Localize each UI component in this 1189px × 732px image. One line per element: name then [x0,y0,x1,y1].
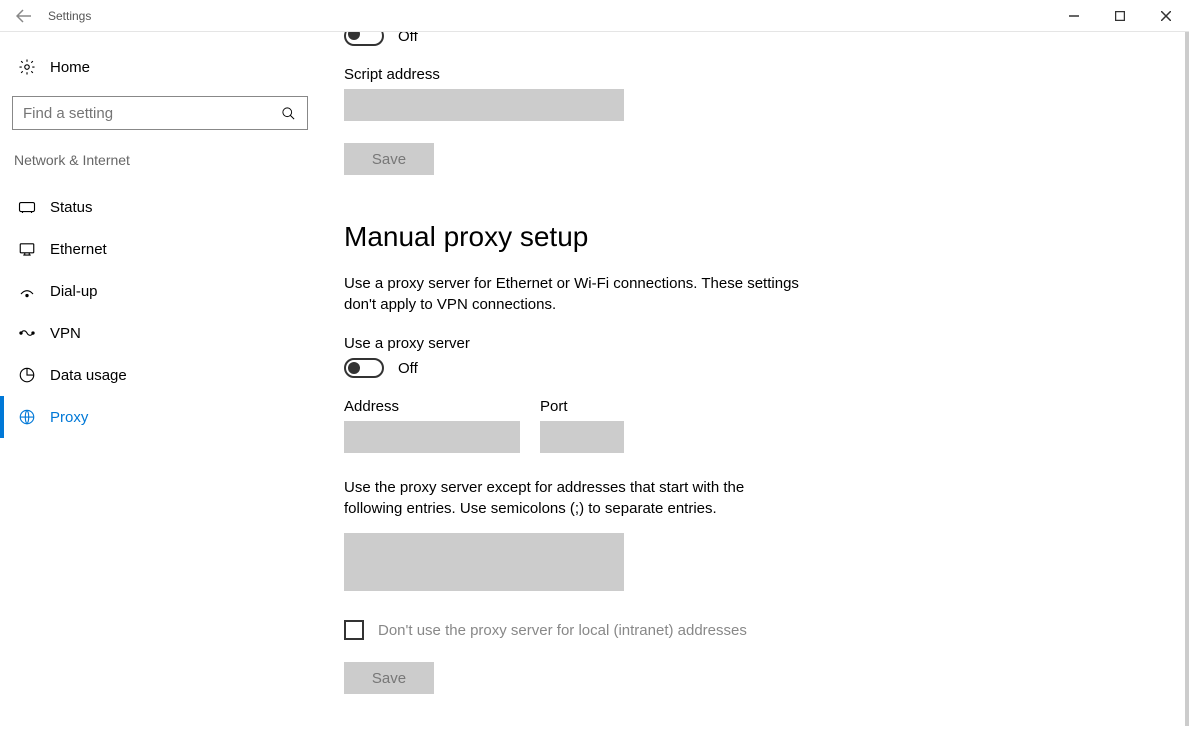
useproxy-toggle-state: Off [398,360,418,377]
useproxy-toggle[interactable] [344,358,384,378]
except-desc: Use the proxy server except for addresse… [344,477,764,519]
script-address-label: Script address [344,66,1165,83]
port-input[interactable] [540,421,624,453]
nav-label: Status [50,199,93,216]
autodetect-toggle-state: Off [398,32,418,45]
sidebar-item-datausage[interactable]: Data usage [10,354,310,396]
globe-icon [18,408,36,426]
sidebar-item-vpn[interactable]: VPN [10,312,310,354]
sidebar-item-proxy[interactable]: Proxy [10,396,310,438]
manual-heading: Manual proxy setup [344,221,1165,253]
autodetect-toggle[interactable] [344,32,384,46]
nav-label: Ethernet [50,241,107,258]
section-label: Network & Internet [10,152,310,168]
gear-icon [18,58,36,76]
minimize-button[interactable] [1051,0,1097,32]
exceptions-input[interactable] [344,533,624,591]
home-label: Home [50,59,90,76]
script-address-input[interactable] [344,89,624,121]
window-title: Settings [48,9,91,23]
close-button[interactable] [1143,0,1189,32]
main-panel: Off Script address Save Manual proxy set… [320,32,1189,732]
home-button[interactable]: Home [10,52,310,82]
sidebar-item-status[interactable]: Status [10,186,310,228]
maximize-button[interactable] [1097,0,1143,32]
address-label: Address [344,398,520,415]
dialup-icon [18,282,36,300]
nav-label: Data usage [50,367,127,384]
local-checkbox-label: Don't use the proxy server for local (in… [378,622,747,639]
nav-label: Dial-up [50,283,98,300]
port-label: Port [540,398,624,415]
ethernet-icon [18,240,36,258]
datausage-icon [18,366,36,384]
address-input[interactable] [344,421,520,453]
manual-save-button[interactable]: Save [344,662,434,694]
sidebar-item-dialup[interactable]: Dial-up [10,270,310,312]
status-icon [18,198,36,216]
nav-label: VPN [50,325,81,342]
sidebar-item-ethernet[interactable]: Ethernet [10,228,310,270]
local-checkbox[interactable] [344,620,364,640]
search-box[interactable] [12,96,308,130]
manual-desc: Use a proxy server for Ethernet or Wi-Fi… [344,273,804,315]
search-icon [279,104,297,122]
vpn-icon [18,324,36,342]
nav-label: Proxy [50,409,88,426]
auto-save-button[interactable]: Save [344,143,434,175]
title-bar: Settings [0,0,1189,32]
use-proxy-label: Use a proxy server [344,335,1165,352]
sidebar: Home Network & Internet Status Ethernet … [0,32,320,732]
search-input[interactable] [23,105,279,122]
back-button[interactable] [0,0,48,32]
scrollbar[interactable] [1185,32,1189,726]
